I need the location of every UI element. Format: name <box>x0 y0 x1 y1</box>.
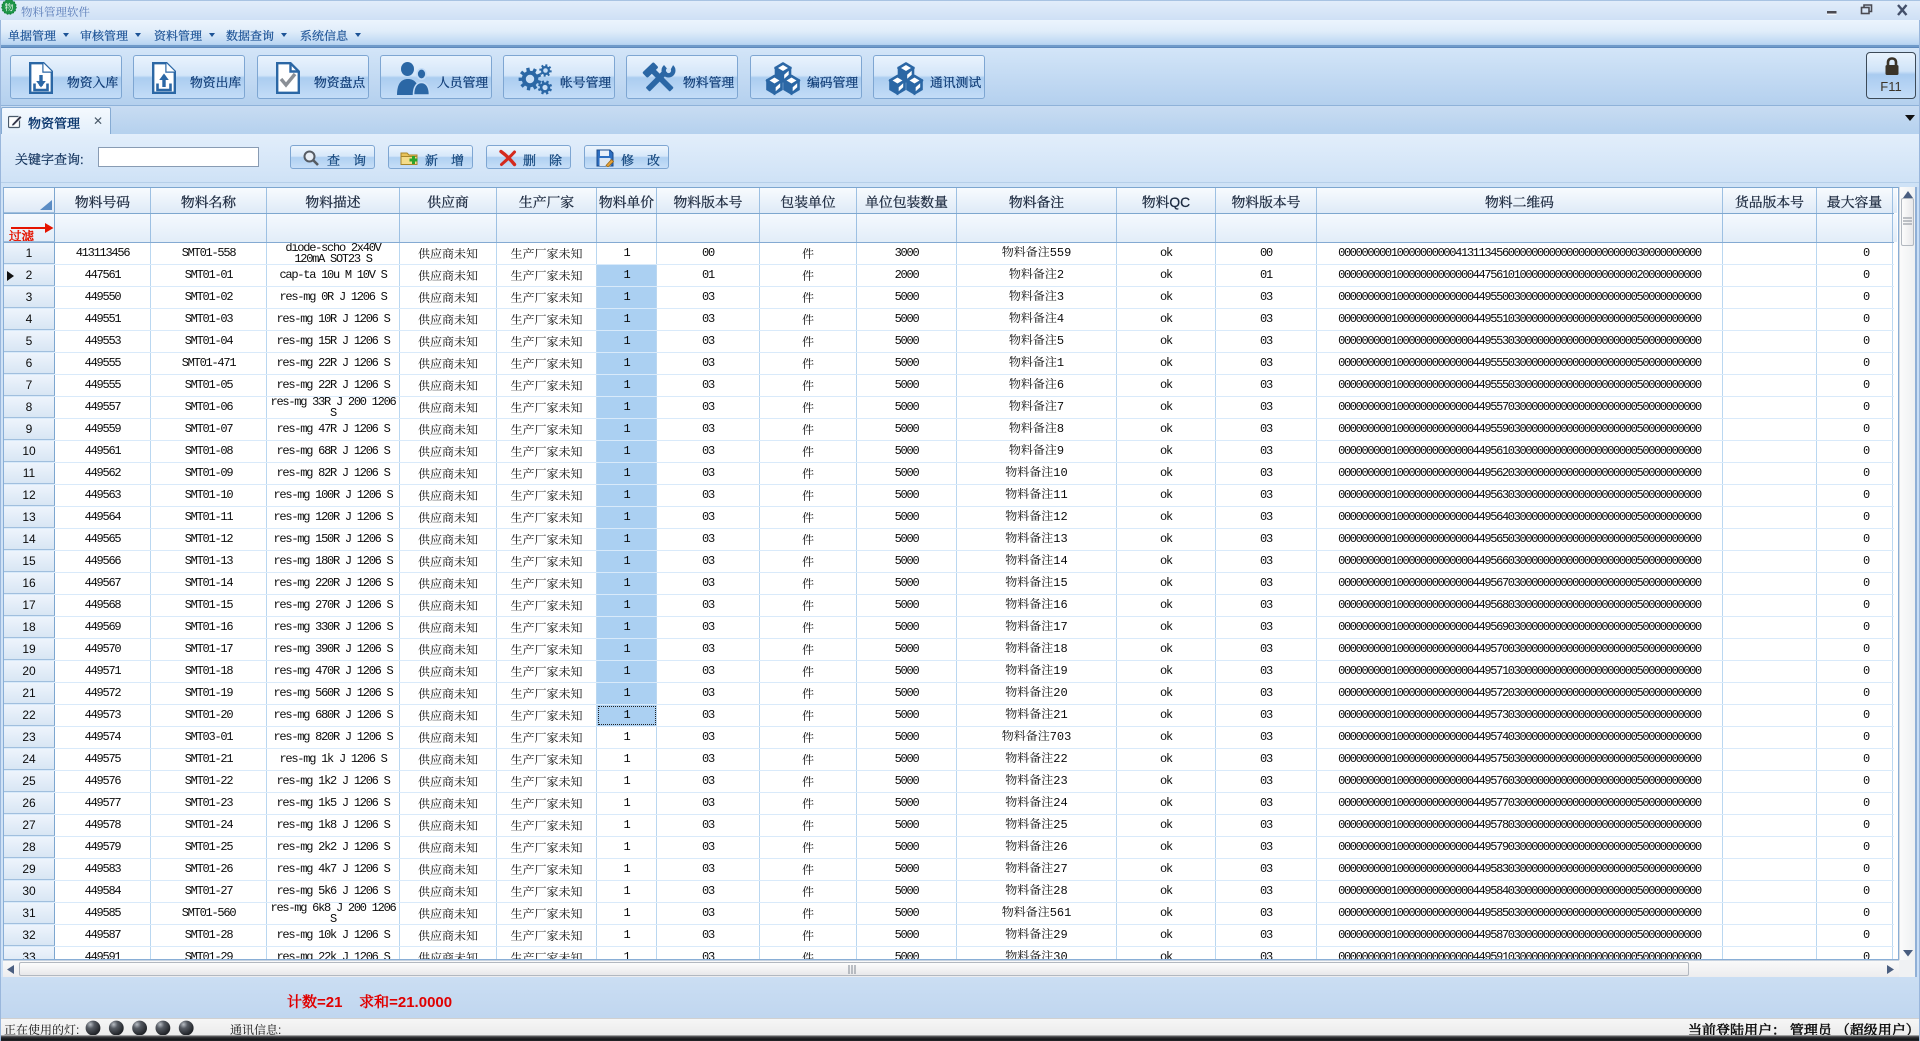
svg-text:物: 物 <box>4 1 13 14</box>
svg-text:过滤: 过滤 <box>9 227 35 243</box>
